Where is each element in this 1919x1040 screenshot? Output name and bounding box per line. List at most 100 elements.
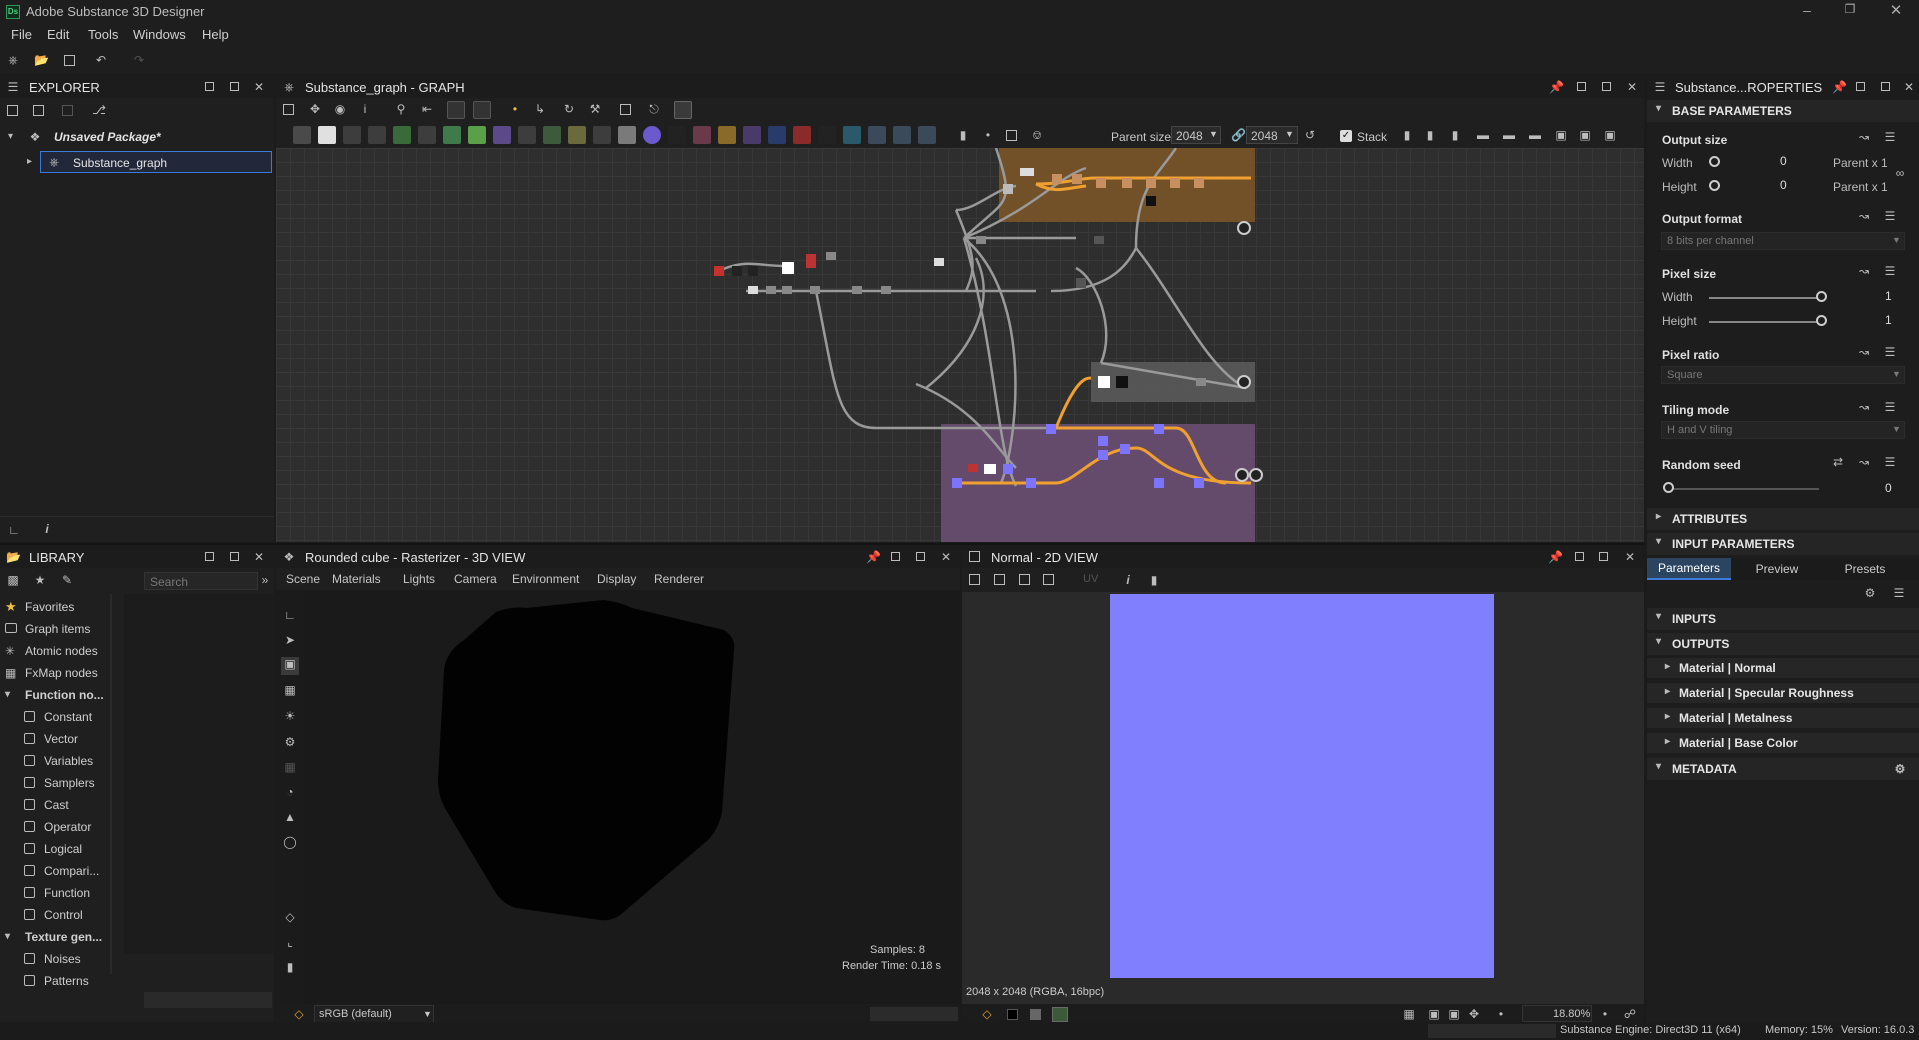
maximize-panel-icon[interactable] xyxy=(916,552,925,561)
layout-icon[interactable] xyxy=(447,101,465,119)
library-item-cast[interactable]: Cast xyxy=(0,796,110,814)
attributes-section[interactable]: ▸ ATTRIBUTES xyxy=(1647,508,1919,530)
align-icon[interactable]: ⇤ xyxy=(420,102,434,116)
menu-lights[interactable]: Lights xyxy=(403,572,435,586)
close-panel-icon[interactable]: ✕ xyxy=(1625,80,1639,94)
pixel-width-slider-handle[interactable] xyxy=(1816,291,1827,302)
menu-icon[interactable]: ☰ xyxy=(1892,586,1906,600)
tab-parameters[interactable]: Parameters xyxy=(1647,558,1731,580)
close-panel-icon[interactable]: ✕ xyxy=(939,550,953,564)
dot-node-icon[interactable]: • xyxy=(981,128,995,142)
library-item-texture-generators[interactable]: ▾ Texture gen... xyxy=(0,928,110,946)
link-icon[interactable]: ∞ xyxy=(1893,166,1907,180)
frame-all-icon[interactable] xyxy=(283,104,294,115)
close-panel-icon[interactable]: ✕ xyxy=(1902,80,1916,94)
inputs-section[interactable]: ▾ INPUTS xyxy=(1647,608,1919,630)
pin-icon[interactable]: 📌 xyxy=(866,550,881,564)
uniform-color-icon[interactable] xyxy=(318,126,336,144)
tab-presets[interactable]: Presets xyxy=(1823,558,1907,580)
levels-icon[interactable] xyxy=(443,126,461,144)
pixel-width-value[interactable]: 1 xyxy=(1885,289,1892,303)
library-item-atomic-nodes[interactable]: ✳ Atomic nodes xyxy=(0,642,110,660)
parent-size-w-select[interactable]: 2048 ▼ xyxy=(1171,126,1221,144)
output-item-specular-roughness[interactable]: ▸ Material | Specular Roughness xyxy=(1647,683,1919,703)
close-icon[interactable]: ✕ xyxy=(1886,1,1906,19)
shape-icon[interactable] xyxy=(493,126,511,144)
frame-icon[interactable] xyxy=(620,104,631,115)
output-width-value[interactable]: 0 xyxy=(1780,154,1787,168)
close-panel-icon[interactable]: ✕ xyxy=(252,550,266,564)
settings-icon[interactable]: ⚙ xyxy=(1863,586,1877,600)
info-icon[interactable]: i xyxy=(358,102,372,116)
open-folder-icon[interactable]: 📂 xyxy=(34,53,49,67)
library-search-input[interactable]: Search xyxy=(144,572,258,590)
reload-icon[interactable] xyxy=(62,105,73,116)
float-icon[interactable] xyxy=(1575,552,1584,561)
view2d-viewport[interactable]: 2048 x 2048 (RGBA, 16bpc) xyxy=(962,592,1644,1004)
align-right-icon[interactable]: ▮ xyxy=(1448,128,1462,142)
info-icon[interactable]: i xyxy=(1121,573,1135,587)
package-row[interactable]: ▾ ❖ Unsaved Package* xyxy=(0,126,274,148)
distance-icon[interactable] xyxy=(843,126,861,144)
random-seed-slider[interactable] xyxy=(1669,488,1819,490)
expand-arrow-icon[interactable]: ▸ xyxy=(27,156,32,167)
maximize-panel-icon[interactable] xyxy=(230,82,239,91)
hierarchy-icon[interactable]: ∟ xyxy=(7,523,21,537)
panel-divider[interactable] xyxy=(0,543,1645,545)
save-image-icon[interactable] xyxy=(994,574,1005,585)
menu-icon[interactable]: ☰ xyxy=(1883,455,1897,469)
new-package-icon[interactable] xyxy=(7,105,18,116)
inherit-icon[interactable]: ↝ xyxy=(1857,345,1871,359)
fxmap-icon[interactable] xyxy=(543,126,561,144)
uv-toggle[interactable]: UV xyxy=(1083,573,1098,585)
camera-icon[interactable]: ▣ xyxy=(281,657,299,675)
bitmap-node-icon[interactable] xyxy=(293,126,311,144)
double-chevron-right-icon[interactable]: » xyxy=(258,573,272,587)
distribute-h-icon[interactable]: ▬ xyxy=(1502,128,1516,142)
float-icon[interactable] xyxy=(891,552,900,561)
menu-help[interactable]: Help xyxy=(202,27,229,42)
gray-bg-icon[interactable] xyxy=(1030,1009,1041,1020)
graph-canvas[interactable] xyxy=(276,148,1644,542)
output-width-radio[interactable] xyxy=(1709,156,1720,167)
lock-icon[interactable]: ☍ xyxy=(1623,1007,1637,1021)
light-icon[interactable]: ☀ xyxy=(283,709,297,723)
menu-icon[interactable]: ☰ xyxy=(1883,264,1897,278)
library-item-operator[interactable]: Operator xyxy=(0,818,110,836)
float-icon[interactable] xyxy=(1577,82,1586,91)
maximize-panel-icon[interactable] xyxy=(1599,552,1608,561)
noise-icon[interactable] xyxy=(593,126,611,144)
splitter[interactable] xyxy=(110,594,112,974)
save-icon[interactable] xyxy=(64,55,75,66)
library-item-patterns[interactable]: Patterns xyxy=(0,972,110,990)
maximize-panel-icon[interactable] xyxy=(1881,82,1890,91)
tab-preview[interactable]: Preview xyxy=(1735,558,1819,580)
pan-icon[interactable]: ✥ xyxy=(1467,1007,1481,1021)
spread-icon[interactable]: ▣ xyxy=(1554,128,1568,142)
zoom-input[interactable]: 18.80% xyxy=(1522,1005,1592,1022)
comment-icon[interactable]: ▮ xyxy=(956,128,970,142)
tiling-mode-select[interactable]: H and V tiling ▼ xyxy=(1661,421,1905,439)
output-item-base-color[interactable]: ▸ Material | Base Color xyxy=(1647,733,1919,753)
zoom-in-icon[interactable]: • xyxy=(1598,1007,1612,1021)
output-width-parent[interactable]: Parent x 1 xyxy=(1833,156,1888,170)
link-icon[interactable]: • xyxy=(508,102,522,116)
output-format-select[interactable]: 8 bits per channel ▼ xyxy=(1661,232,1905,250)
menu-environment[interactable]: Environment xyxy=(512,572,579,586)
paint-icon[interactable] xyxy=(793,126,811,144)
menu-scene[interactable]: Scene xyxy=(286,572,320,586)
pin-graph-icon[interactable]: ⎊ xyxy=(1030,128,1044,142)
pointer-icon[interactable]: ➤ xyxy=(283,633,297,647)
pin-icon[interactable]: 📌 xyxy=(1548,550,1563,564)
frame-gray[interactable] xyxy=(1091,362,1255,402)
snap-grid-icon[interactable]: ▣ xyxy=(1578,128,1592,142)
graph-item-row[interactable]: ▸ ⎈ Substance_graph xyxy=(27,151,272,173)
library-item-control[interactable]: Control xyxy=(0,906,110,924)
connect-icon[interactable]: ↳ xyxy=(533,102,547,116)
library-item-fxmap-nodes[interactable]: ▦ FxMap nodes xyxy=(0,664,110,682)
grid-view-icon[interactable]: ▦ xyxy=(1402,1007,1416,1021)
text-icon[interactable] xyxy=(743,126,761,144)
float-icon[interactable] xyxy=(205,82,214,91)
select-icon[interactable] xyxy=(768,126,786,144)
library-item-function[interactable]: Function xyxy=(0,884,110,902)
